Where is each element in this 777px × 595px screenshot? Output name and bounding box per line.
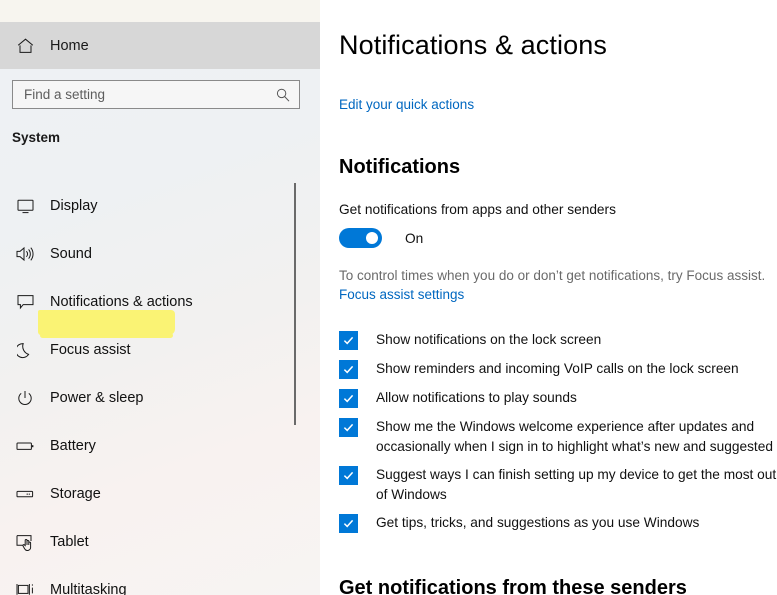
checkbox-label: Get tips, tricks, and suggestions as you… xyxy=(376,515,700,530)
checkbox-suggest-setup[interactable] xyxy=(339,466,358,485)
speaker-icon xyxy=(12,241,38,267)
highlighter-annotation xyxy=(38,310,175,338)
notifications-section-heading: Notifications xyxy=(339,156,461,178)
monitor-icon xyxy=(12,193,38,219)
checkbox-play-sounds[interactable] xyxy=(339,389,358,408)
sidebar-item-notifications-actions-label: Notifications & actions xyxy=(50,294,193,310)
sidebar-item-display-label: Display xyxy=(50,198,98,214)
sidebar-item-display[interactable]: Display xyxy=(0,182,320,230)
sidebar: Home System xyxy=(0,22,320,595)
senders-section-heading: Get notifications from these senders xyxy=(339,577,687,595)
sidebar-section-title: System xyxy=(12,130,61,145)
sidebar-item-battery[interactable]: Battery xyxy=(0,422,320,470)
checkbox-row[interactable]: Get tips, tricks, and suggestions as you… xyxy=(339,513,777,533)
search-box[interactable] xyxy=(12,80,300,109)
speech-bubble-icon xyxy=(12,289,38,315)
sidebar-item-sound[interactable]: Sound xyxy=(0,230,320,278)
checkbox-row[interactable]: Show me the Windows welcome experience a… xyxy=(339,417,777,456)
sidebar-item-storage-label: Storage xyxy=(50,486,101,502)
multitasking-icon xyxy=(12,577,38,595)
sidebar-nav: Display Sound Notifications & actions Fo… xyxy=(0,182,320,595)
edit-quick-actions-link[interactable]: Edit your quick actions xyxy=(339,97,474,112)
focus-assist-settings-link[interactable]: Focus assist settings xyxy=(339,287,464,302)
sidebar-item-power-sleep-label: Power & sleep xyxy=(50,390,144,406)
notifications-toggle-row: On xyxy=(339,228,423,248)
sidebar-scrollbar-thumb[interactable] xyxy=(294,183,296,425)
focus-assist-hint: To control times when you do or don’t ge… xyxy=(339,268,766,283)
notifications-toggle[interactable] xyxy=(339,228,382,248)
checkbox-row[interactable]: Show reminders and incoming VoIP calls o… xyxy=(339,359,777,379)
sidebar-item-multitasking[interactable]: Multitasking xyxy=(0,566,320,595)
checkbox-row[interactable]: Suggest ways I can finish setting up my … xyxy=(339,465,777,504)
search-icon[interactable] xyxy=(275,87,291,103)
sidebar-item-power-sleep[interactable]: Power & sleep xyxy=(0,374,320,422)
notification-options-list: Show notifications on the lock screen Sh… xyxy=(339,330,777,542)
sidebar-item-home[interactable]: Home xyxy=(0,22,320,69)
sidebar-scrollbar[interactable] xyxy=(294,22,310,595)
sidebar-item-storage[interactable]: Storage xyxy=(0,470,320,518)
checkbox-lock-screen-notifications[interactable] xyxy=(339,331,358,350)
sidebar-item-home-label: Home xyxy=(50,37,89,54)
main-content: Notifications & actions Edit your quick … xyxy=(320,0,777,595)
search-input[interactable] xyxy=(24,87,275,102)
checkbox-label: Show reminders and incoming VoIP calls o… xyxy=(376,361,739,376)
checkbox-label: Suggest ways I can finish setting up my … xyxy=(376,467,777,502)
battery-icon xyxy=(12,433,38,459)
notifications-toggle-state: On xyxy=(405,230,424,246)
checkbox-row[interactable]: Allow notifications to play sounds xyxy=(339,388,777,408)
home-icon xyxy=(12,35,38,57)
power-icon xyxy=(12,385,38,411)
search-wrapper xyxy=(12,80,300,109)
checkbox-welcome-experience[interactable] xyxy=(339,418,358,437)
checkbox-label: Allow notifications to play sounds xyxy=(376,390,577,405)
page-title: Notifications & actions xyxy=(339,30,607,60)
top-strip xyxy=(0,0,320,22)
settings-window: Home System xyxy=(0,0,777,595)
checkbox-label: Show me the Windows welcome experience a… xyxy=(376,419,773,454)
checkbox-voip-lock-screen[interactable] xyxy=(339,360,358,379)
checkbox-tips-tricks[interactable] xyxy=(339,514,358,533)
toggle-knob xyxy=(366,232,378,244)
sidebar-item-sound-label: Sound xyxy=(50,246,92,262)
notifications-toggle-label: Get notifications from apps and other se… xyxy=(339,202,616,217)
moon-icon xyxy=(12,337,38,363)
sidebar-item-tablet[interactable]: Tablet xyxy=(0,518,320,566)
sidebar-item-multitasking-label: Multitasking xyxy=(50,582,127,595)
drive-icon xyxy=(12,481,38,507)
sidebar-item-battery-label: Battery xyxy=(50,438,96,454)
sidebar-item-tablet-label: Tablet xyxy=(50,534,89,550)
checkbox-row[interactable]: Show notifications on the lock screen xyxy=(339,330,777,350)
tablet-icon xyxy=(12,529,38,555)
sidebar-item-focus-assist-label: Focus assist xyxy=(50,342,131,358)
checkbox-label: Show notifications on the lock screen xyxy=(376,332,602,347)
